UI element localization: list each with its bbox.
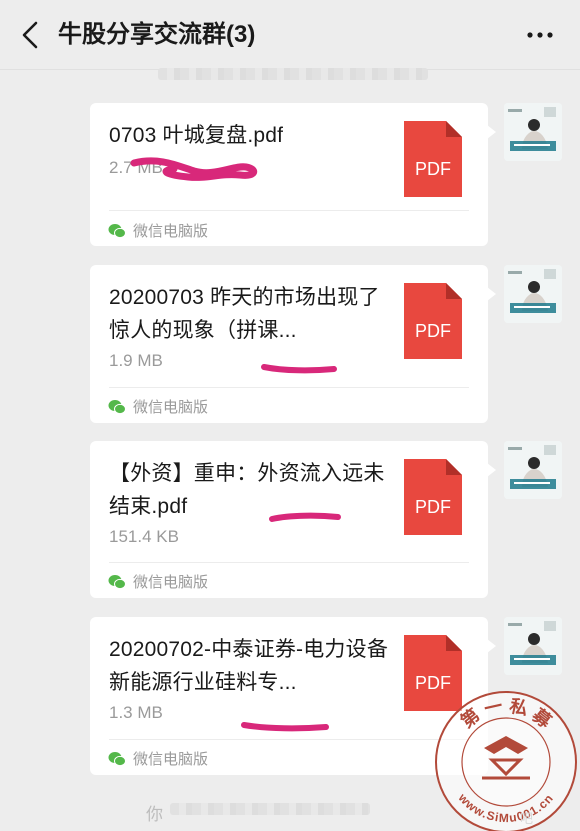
pdf-file-icon: PDF bbox=[404, 459, 462, 535]
file-name: 20200703 昨天的市场出现了惊人的现象（拼课... bbox=[109, 286, 380, 342]
pdf-label: PDF bbox=[415, 497, 451, 517]
watermark-seal: 第 一 私 募 www.SiMu001.cn bbox=[435, 691, 577, 831]
source-row: 微信电脑版 bbox=[108, 396, 208, 417]
source-row: 微信电脑版 bbox=[108, 748, 208, 769]
file-size: 1.9 MB bbox=[109, 351, 163, 370]
pdf-file-icon: PDF bbox=[404, 283, 462, 359]
redaction-scribble bbox=[261, 364, 337, 374]
wechat-icon bbox=[108, 223, 126, 238]
file-message[interactable]: 【外资】重申：外资流入远未结束.pdf 151.4 KB PDF 微信电脑版 bbox=[90, 441, 496, 598]
pdf-label: PDF bbox=[415, 159, 451, 179]
divider bbox=[109, 562, 469, 563]
source-row: 微信电脑版 bbox=[108, 571, 208, 592]
wechat-icon bbox=[108, 751, 126, 766]
blurred-bottom-text bbox=[170, 803, 370, 815]
sender-avatar[interactable] bbox=[504, 617, 562, 675]
avatar-image bbox=[504, 103, 562, 161]
source-label: 微信电脑版 bbox=[133, 574, 209, 591]
watermark-caption: 吧 bbox=[520, 811, 534, 826]
source-row: 微信电脑版 bbox=[108, 220, 208, 241]
divider bbox=[109, 739, 469, 740]
wechat-icon bbox=[108, 574, 126, 589]
chat-header: 牛股分享交流群(3) bbox=[0, 0, 580, 70]
chevron-left-icon bbox=[22, 21, 38, 49]
file-name: 0703 叶城复盘.pdf bbox=[109, 124, 284, 147]
source-label: 微信电脑版 bbox=[133, 751, 209, 768]
source-label: 微信电脑版 bbox=[133, 399, 209, 416]
file-name: 【外资】重申：外资流入远未结束.pdf bbox=[109, 462, 385, 518]
redaction-scribble bbox=[269, 512, 341, 522]
redaction-scribble bbox=[241, 722, 329, 732]
file-message[interactable]: 20200703 昨天的市场出现了惊人的现象（拼课... 1.9 MB PDF … bbox=[90, 265, 496, 423]
wechat-icon bbox=[108, 399, 126, 414]
avatar-image bbox=[504, 441, 562, 499]
redaction-scribble bbox=[130, 157, 258, 181]
sender-avatar[interactable] bbox=[504, 103, 562, 161]
file-message[interactable]: 0703 叶城复盘.pdf 2.7 MB PDF 微信电脑版 bbox=[90, 103, 496, 246]
sender-avatar[interactable] bbox=[504, 441, 562, 499]
file-message[interactable]: 20200702-中泰证券-电力设备新能源行业硅料专... 1.3 MB PDF… bbox=[90, 617, 496, 775]
chat-title: 牛股分享交流群(3) bbox=[58, 21, 256, 48]
back-button[interactable] bbox=[14, 18, 46, 52]
avatar-image bbox=[504, 617, 562, 675]
file-size: 1.3 MB bbox=[109, 703, 163, 722]
blurred-timestamp bbox=[158, 68, 428, 80]
pdf-label: PDF bbox=[415, 321, 451, 341]
pdf-file-icon: PDF bbox=[404, 121, 462, 197]
more-icon bbox=[527, 32, 553, 38]
more-button[interactable] bbox=[522, 20, 558, 50]
source-label: 微信电脑版 bbox=[133, 223, 209, 240]
bottom-system-text: 你 bbox=[146, 805, 163, 824]
file-name: 20200702-中泰证券-电力设备新能源行业硅料专... bbox=[109, 638, 389, 694]
divider bbox=[109, 210, 469, 211]
avatar-image bbox=[504, 265, 562, 323]
sender-avatar[interactable] bbox=[504, 265, 562, 323]
divider bbox=[109, 387, 469, 388]
file-size: 151.4 KB bbox=[109, 527, 179, 546]
